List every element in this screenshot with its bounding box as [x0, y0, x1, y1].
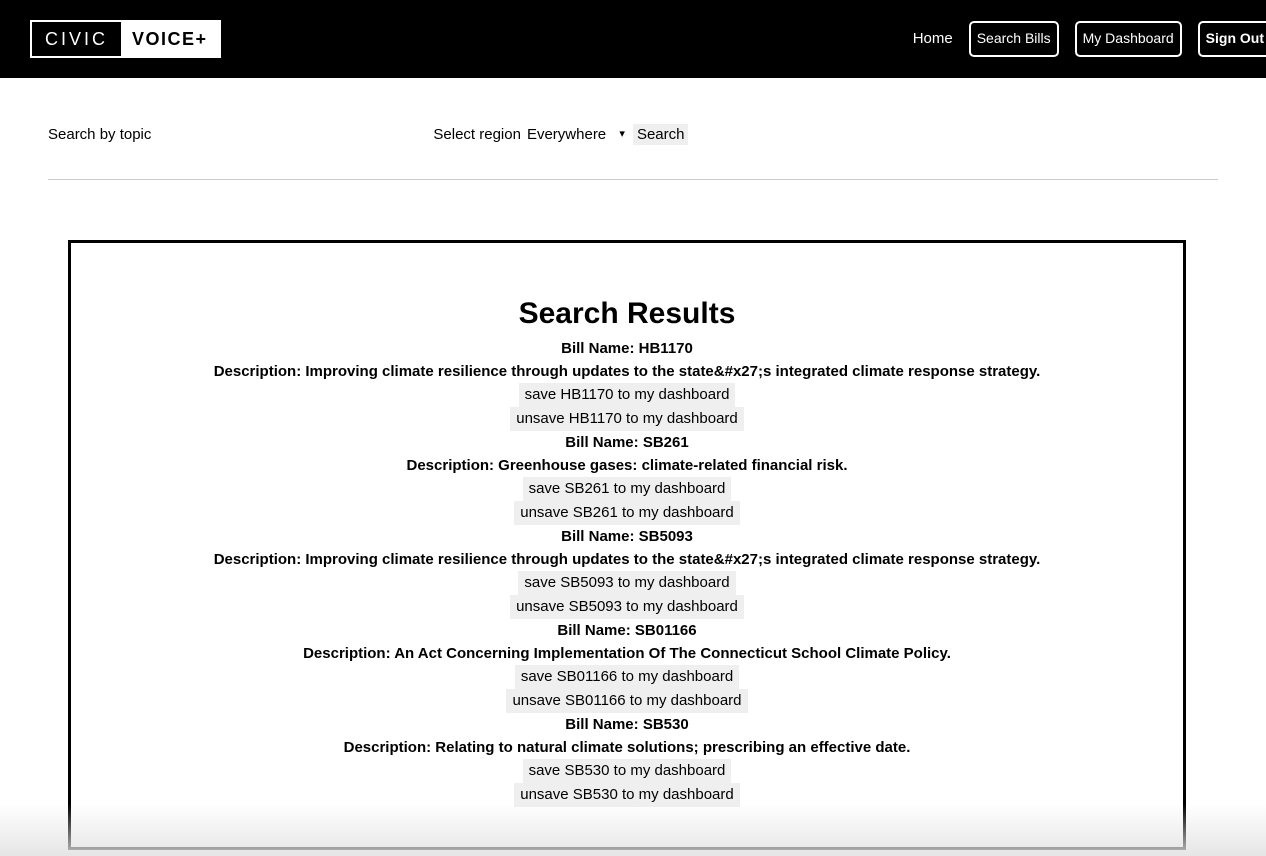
unsave-bill-button[interactable]: unsave HB1170 to my dashboard: [510, 406, 744, 431]
save-bill-button[interactable]: save SB530 to my dashboard: [522, 759, 732, 783]
bill-result-item: Bill Name: SB5093 Description: Improving …: [91, 525, 1163, 619]
bill-description: Description: Improving climate resilienc…: [213, 362, 1041, 380]
nav-link-home[interactable]: Home: [913, 30, 953, 47]
save-bill-button[interactable]: save SB01166 to my dashboard: [514, 665, 740, 689]
select-region-label: Select region: [433, 125, 521, 143]
bill-description: Description: An Act Concerning Implement…: [303, 644, 951, 662]
search-form: Search by topic Select region Everywhere…: [48, 112, 1218, 156]
search-topic-input[interactable]: [155, 123, 396, 145]
unsave-bill-button[interactable]: unsave SB5093 to my dashboard: [510, 594, 744, 619]
bill-description: Description: Improving climate resilienc…: [213, 550, 1041, 568]
unsave-bill-button[interactable]: unsave SB530 to my dashboard: [514, 782, 740, 807]
site-header: CIVIC VOICE+ Home Search Bills My Dashbo…: [0, 0, 1266, 78]
unsave-bill-button[interactable]: unsave SB01166 to my dashboard: [506, 688, 748, 713]
logo-civic-text: CIVIC: [32, 22, 122, 56]
bill-description: Description: Greenhouse gases: climate-r…: [406, 456, 848, 474]
save-bill-button[interactable]: save SB261 to my dashboard: [522, 477, 732, 501]
main-navigation: Home Search Bills My Dashboard Sign Out: [913, 21, 1266, 57]
search-section: Search by topic Select region Everywhere…: [0, 78, 1266, 180]
save-bill-button[interactable]: save SB5093 to my dashboard: [518, 571, 736, 595]
nav-button-sign-out[interactable]: Sign Out: [1197, 21, 1266, 57]
results-section: Search Results Bill Name: HB1170 Descript…: [0, 180, 1266, 850]
region-select[interactable]: Everywhere: [520, 122, 631, 146]
bill-description: Description: Relating to natural climate…: [343, 738, 911, 756]
bill-name: Bill Name: SB261: [565, 433, 689, 451]
nav-button-search-bills[interactable]: Search Bills: [968, 21, 1059, 57]
bill-result-item: Bill Name: HB1170 Description: Improving …: [91, 337, 1163, 431]
save-bill-button[interactable]: save HB1170 to my dashboard: [518, 383, 736, 407]
bill-result-item: Bill Name: SB01166 Description: An Act Co…: [91, 619, 1163, 713]
region-select-wrapper: Everywhere ▾: [520, 122, 631, 146]
search-topic-label: Search by topic: [48, 125, 152, 143]
logo-voice-text: VOICE+: [121, 22, 219, 56]
nav-button-my-dashboard[interactable]: My Dashboard: [1074, 21, 1182, 57]
unsave-bill-button[interactable]: unsave SB261 to my dashboard: [514, 500, 740, 525]
bill-name: Bill Name: HB1170: [561, 339, 693, 357]
results-panel: Search Results Bill Name: HB1170 Descript…: [68, 240, 1186, 850]
search-button[interactable]: Search: [632, 123, 689, 145]
bill-name: Bill Name: SB530: [565, 715, 689, 733]
bill-result-item: Bill Name: SB530 Description: Relating to…: [91, 713, 1163, 807]
logo[interactable]: CIVIC VOICE+: [30, 20, 221, 58]
bill-list: Bill Name: HB1170 Description: Improving …: [91, 337, 1163, 807]
bill-name: Bill Name: SB01166: [557, 621, 697, 639]
bill-name: Bill Name: SB5093: [561, 527, 693, 545]
bill-result-item: Bill Name: SB261 Description: Greenhouse …: [91, 431, 1163, 525]
results-title: Search Results: [518, 297, 736, 330]
